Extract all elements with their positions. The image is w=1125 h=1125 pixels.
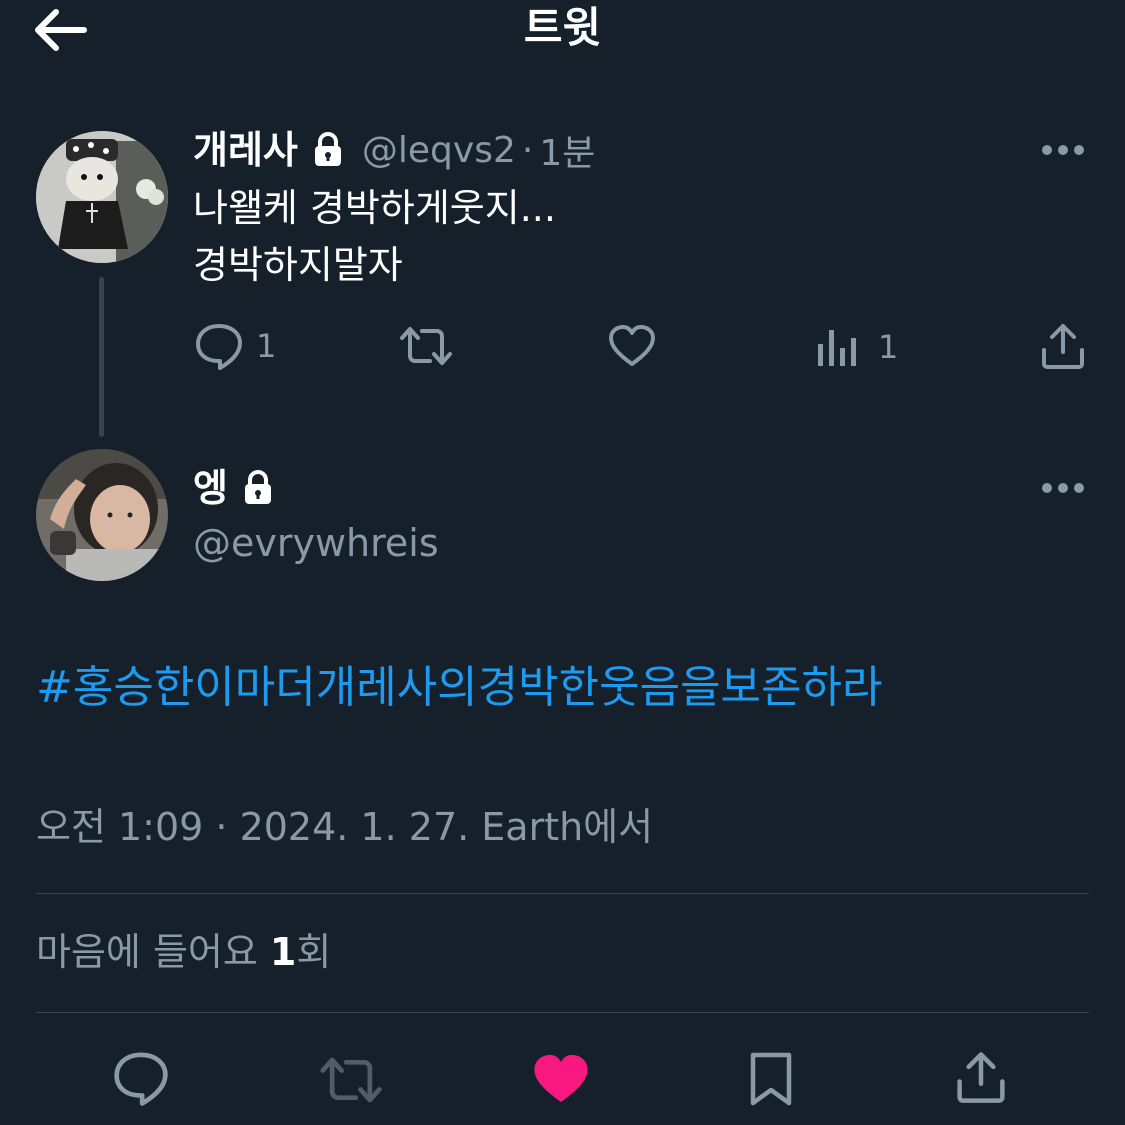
retweet-button[interactable] [398,324,454,372]
reply-button[interactable]: 1 [194,322,276,370]
divider [36,1012,1089,1013]
heart-icon [609,325,655,366]
avatar[interactable] [36,449,168,581]
avatar-photo [36,131,168,263]
main-tweet-name-row: 엥 [193,463,274,513]
share-icon [957,1052,1005,1103]
relative-time[interactable]: 1분 [539,124,595,176]
bookmark-button[interactable] [748,1050,794,1112]
like-button[interactable] [532,1052,590,1110]
share-button[interactable] [955,1050,1007,1108]
likes-prefix: 마음에 들어요 [36,930,270,974]
display-name[interactable]: 엥 [193,464,228,512]
avatar-photo [36,449,168,581]
share-icon [1042,324,1084,369]
likes-suffix: 회 [296,930,332,974]
hashtag-link[interactable]: #홍승한이마더개레사의경박한웃음을보존하라 [36,658,882,718]
retweet-button[interactable] [318,1054,384,1110]
lock-icon [314,132,341,166]
share-button[interactable] [1040,322,1086,374]
retweet-icon [400,327,452,365]
heart-icon [534,1054,588,1102]
handle[interactable]: @evrywhreis [193,518,439,568]
tweet-text-line-2: 경박하지말자 [193,243,403,287]
tweet-timestamp[interactable]: 오전 1:09 · 2024. 1. 27. Earth에서 [36,802,653,852]
more-options-button[interactable] [1035,473,1095,503]
reply-count: 1 [256,327,277,365]
views-count: 1 [878,328,899,366]
reply-button[interactable] [112,1050,170,1110]
reply-icon [114,1052,168,1106]
display-name[interactable]: 개레사 [193,126,298,174]
thread-connector [99,277,104,437]
separator: · [521,129,534,171]
lock-icon [244,470,271,504]
reply-icon [196,324,242,370]
more-options-button[interactable] [1035,135,1095,165]
page-title: 트윗 [523,3,602,52]
likes-summary[interactable]: 마음에 들어요 1회 [36,927,331,977]
handle[interactable]: @leqvs2 [362,130,516,171]
views-button[interactable]: 1 [816,326,898,368]
likes-count: 1 [269,930,297,974]
tweet-text-line-1: 나왤케 경박하게웃지... [193,186,556,230]
parent-tweet-header: 개레사 @leqvs2 · 1분 [193,126,595,174]
retweet-icon [320,1057,382,1103]
bookmark-icon [750,1052,792,1106]
more-icon [1042,483,1084,493]
divider [36,893,1089,894]
like-button[interactable] [608,324,656,372]
more-icon [1042,145,1084,155]
views-icon [818,330,856,366]
avatar[interactable] [36,131,168,263]
